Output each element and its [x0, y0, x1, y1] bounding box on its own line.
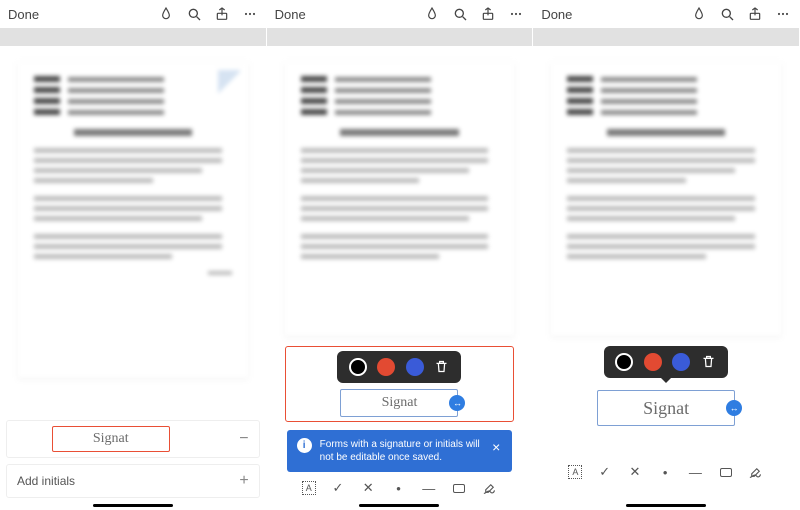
- done-button[interactable]: Done: [8, 7, 39, 22]
- search-icon[interactable]: [719, 6, 735, 22]
- document-viewport[interactable]: [267, 46, 533, 346]
- color-black-button[interactable]: [615, 353, 633, 371]
- document-viewport[interactable]: [533, 46, 799, 346]
- home-indicator: [93, 504, 173, 507]
- tool-textbox-icon[interactable]: A: [302, 481, 316, 495]
- tool-checkmark-icon[interactable]: ✓: [597, 464, 613, 480]
- tool-cross-icon[interactable]: ✕: [627, 464, 643, 480]
- banner-text: Forms with a signature or initials will …: [320, 438, 482, 464]
- screen-3: Done: [533, 0, 800, 510]
- color-toolbar: [604, 346, 728, 378]
- tool-line-icon[interactable]: —: [687, 464, 703, 480]
- color-red-button[interactable]: [377, 358, 395, 376]
- resize-handle[interactable]: ↔: [449, 395, 465, 411]
- signature-text: Signat: [382, 395, 418, 411]
- trash-icon[interactable]: [701, 354, 717, 370]
- signature-sheet: Signat − Add initials +: [0, 420, 266, 498]
- home-indicator: [359, 504, 439, 507]
- fill-sign-toolbar: A ✓ ✕ • —: [551, 456, 781, 480]
- search-icon[interactable]: [186, 6, 202, 22]
- topbar: Done: [533, 0, 799, 28]
- add-initials-label: Add initials: [17, 474, 75, 488]
- document-page: [18, 62, 248, 378]
- highlight-box: Signat ↔: [285, 346, 515, 422]
- signature-text: Signat: [643, 398, 689, 419]
- screen-1: Done: [0, 0, 267, 510]
- done-button[interactable]: Done: [541, 7, 572, 22]
- remove-signature-button[interactable]: −: [239, 430, 248, 448]
- color-toolbar: [337, 351, 461, 383]
- tool-dot-icon[interactable]: •: [390, 480, 406, 496]
- edit-area: Signat ↔ A ✓ ✕ • —: [533, 346, 799, 480]
- done-button[interactable]: Done: [275, 7, 306, 22]
- ink-icon[interactable]: [424, 6, 440, 22]
- placed-signature[interactable]: Signat ↔: [340, 389, 458, 417]
- more-icon[interactable]: [508, 6, 524, 22]
- document-tab-strip: [533, 28, 799, 46]
- tool-rect-icon[interactable]: [718, 464, 734, 480]
- fill-sign-toolbar: A ✓ ✕ • —: [285, 472, 515, 496]
- ink-icon[interactable]: [691, 6, 707, 22]
- trash-icon[interactable]: [434, 359, 450, 375]
- tool-rect-icon[interactable]: [451, 480, 467, 496]
- tool-pen-icon[interactable]: [481, 480, 497, 496]
- topbar: Done: [267, 0, 533, 28]
- info-banner: i Forms with a signature or initials wil…: [287, 430, 513, 472]
- document-tab-strip: [0, 28, 266, 46]
- add-initials-row[interactable]: Add initials +: [6, 464, 260, 498]
- screen-2: Done: [267, 0, 534, 510]
- placed-signature[interactable]: Signat ↔: [597, 390, 735, 426]
- banner-close-button[interactable]: ×: [490, 438, 502, 456]
- home-indicator: [626, 504, 706, 507]
- tool-line-icon[interactable]: —: [421, 480, 437, 496]
- document-tab-strip: [267, 28, 533, 46]
- tool-dot-icon[interactable]: •: [657, 464, 673, 480]
- document-page: [551, 62, 781, 336]
- document-page: [285, 62, 515, 336]
- tool-textbox-icon[interactable]: A: [568, 465, 582, 479]
- info-icon: i: [297, 438, 312, 453]
- ink-icon[interactable]: [158, 6, 174, 22]
- more-icon[interactable]: [242, 6, 258, 22]
- tool-checkmark-icon[interactable]: ✓: [330, 480, 346, 496]
- signature-preview[interactable]: Signat: [52, 426, 170, 452]
- resize-handle[interactable]: ↔: [726, 400, 742, 416]
- search-icon[interactable]: [452, 6, 468, 22]
- color-blue-button[interactable]: [406, 358, 424, 376]
- color-blue-button[interactable]: [672, 353, 690, 371]
- tool-pen-icon[interactable]: [748, 464, 764, 480]
- add-initials-button[interactable]: +: [239, 472, 248, 490]
- share-icon[interactable]: [214, 6, 230, 22]
- document-viewport[interactable]: [0, 46, 266, 388]
- more-icon[interactable]: [775, 6, 791, 22]
- signature-text: Signat: [93, 431, 129, 447]
- color-black-button[interactable]: [349, 358, 367, 376]
- share-icon[interactable]: [747, 6, 763, 22]
- share-icon[interactable]: [480, 6, 496, 22]
- topbar: Done: [0, 0, 266, 28]
- tool-cross-icon[interactable]: ✕: [360, 480, 376, 496]
- edit-area: Signat ↔ i Forms with a signature or ini…: [267, 346, 533, 496]
- color-red-button[interactable]: [644, 353, 662, 371]
- signature-row[interactable]: Signat −: [6, 420, 260, 458]
